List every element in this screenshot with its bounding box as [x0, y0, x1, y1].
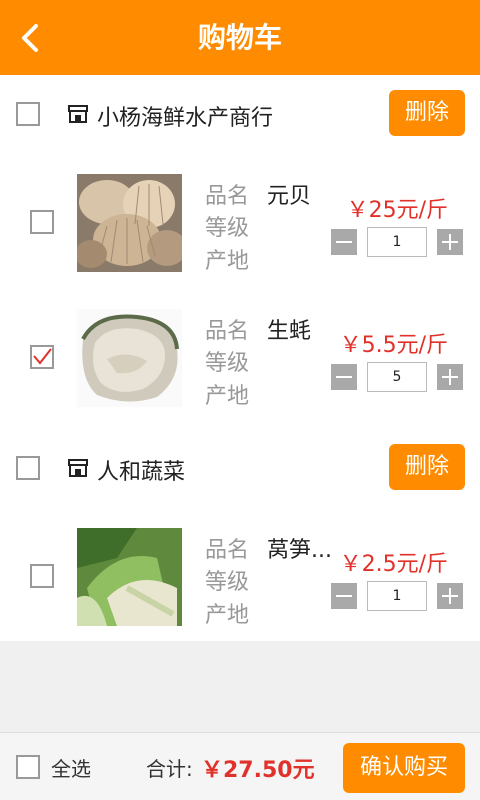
app-header: 购物车	[0, 0, 480, 75]
quantity-input[interactable]: 1	[367, 581, 427, 611]
cart-item: 品名 生蚝 等级 产地 ￥5.5元/斤 5	[0, 300, 480, 435]
origin-label: 产地	[205, 249, 250, 274]
plus-icon[interactable]	[437, 583, 463, 609]
name-label: 品名	[205, 538, 250, 563]
delete-button[interactable]: 删除	[389, 90, 465, 136]
check-icon	[33, 348, 52, 365]
product-name: 元贝	[267, 184, 312, 209]
shop-checkbox[interactable]	[16, 102, 40, 126]
quantity-input[interactable]: 1	[367, 227, 427, 257]
total-value: ￥27.50元	[201, 758, 315, 783]
item-checkbox[interactable]	[30, 345, 54, 369]
checkout-bar: 全选 合计: ￥27.50元 确认购买	[0, 732, 480, 800]
plus-icon[interactable]	[437, 364, 463, 390]
shop-row: 人和蔬菜 删除	[0, 428, 480, 508]
product-price: ￥5.5元/斤	[339, 333, 448, 358]
origin-label: 产地	[205, 603, 250, 628]
cart-item: 品名 莴笋... 等级 产地 ￥2.5元/斤 1	[0, 519, 480, 654]
item-checkbox[interactable]	[30, 210, 54, 234]
product-price: ￥2.5元/斤	[339, 552, 448, 577]
store-icon	[67, 457, 89, 479]
grade-label: 等级	[205, 570, 250, 595]
shop-name: 人和蔬菜	[97, 460, 186, 485]
shop-checkbox[interactable]	[16, 456, 40, 480]
store-icon	[67, 103, 89, 125]
product-image-lettuce	[77, 528, 182, 626]
delete-button[interactable]: 删除	[389, 444, 465, 490]
product-name: 莴笋...	[267, 538, 332, 563]
cart-list: 小杨海鲜水产商行 删除 品名 元贝 等级 产地 ￥25元/斤 1 品名 生蚝 等…	[0, 75, 480, 641]
shop-name: 小杨海鲜水产商行	[97, 106, 274, 131]
minus-icon[interactable]	[331, 364, 357, 390]
shop-row: 小杨海鲜水产商行 删除	[0, 75, 480, 155]
select-all-checkbox[interactable]	[16, 755, 40, 779]
grade-label: 等级	[205, 216, 250, 241]
product-image-oyster	[77, 309, 182, 407]
product-image-scallop	[77, 174, 182, 272]
minus-icon[interactable]	[331, 583, 357, 609]
product-price: ￥25元/斤	[346, 198, 448, 223]
product-name: 生蚝	[267, 319, 312, 344]
select-all-label: 全选	[51, 757, 91, 781]
grade-label: 等级	[205, 351, 250, 376]
plus-icon[interactable]	[437, 229, 463, 255]
total-label: 合计:	[146, 757, 193, 781]
cart-item: 品名 元贝 等级 产地 ￥25元/斤 1	[0, 165, 480, 300]
quantity-input[interactable]: 5	[367, 362, 427, 392]
name-label: 品名	[205, 184, 250, 209]
name-label: 品名	[205, 319, 250, 344]
minus-icon[interactable]	[331, 229, 357, 255]
confirm-purchase-button[interactable]: 确认购买	[343, 743, 465, 793]
item-checkbox[interactable]	[30, 564, 54, 588]
page-title: 购物车	[197, 21, 282, 54]
origin-label: 产地	[205, 384, 250, 409]
